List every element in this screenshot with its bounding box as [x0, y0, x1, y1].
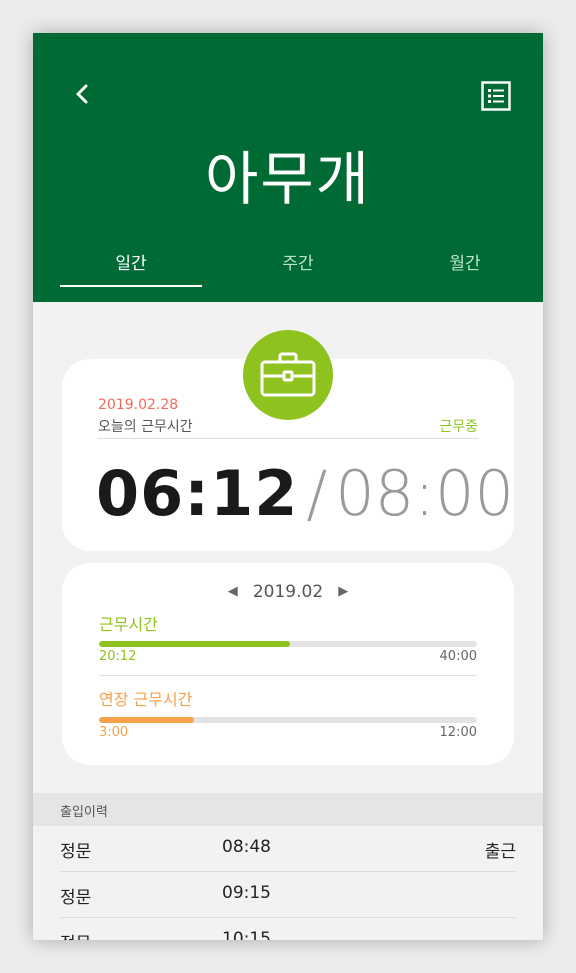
current-month: 2019.02 [252, 581, 324, 602]
history-time: 09:15 [222, 883, 271, 903]
list-view-button[interactable] [479, 79, 513, 113]
time-separator: / [306, 457, 328, 530]
list-icon [481, 81, 511, 111]
overtime-current: 3:00 [99, 725, 129, 740]
month-navigator: ◀ 2019.02 ▶ [62, 581, 514, 602]
history-gate: 정문 [60, 842, 92, 862]
overtime-progress-bar [99, 717, 477, 723]
back-button[interactable] [67, 79, 97, 109]
work-time-display: 06:12/08:00 [96, 457, 514, 530]
work-status-badge: 근무중 [439, 419, 478, 435]
total-time: 08:00 [335, 457, 514, 530]
worked-time: 06:12 [96, 457, 299, 530]
work-hours-current: 20:12 [99, 649, 137, 664]
work-hours-progress-bar [99, 641, 477, 647]
overtime-progress-fill [99, 717, 194, 723]
history-row[interactable]: 정문 09:15 [60, 872, 516, 918]
next-month-icon[interactable]: ▶ [338, 584, 348, 599]
history-row[interactable]: 정문 10:15 [60, 918, 516, 940]
briefcase-icon [260, 352, 316, 397]
history-time: 10:15 [222, 929, 271, 940]
tab-daily[interactable]: 일간 [60, 249, 202, 287]
divider [99, 675, 477, 676]
user-name-title: 아무개 [204, 145, 372, 213]
history-header: 출입이력 [33, 793, 543, 826]
history-title: 출입이력 [60, 805, 108, 820]
chevron-left-icon [76, 84, 88, 104]
tab-weekly[interactable]: 주간 [227, 249, 369, 285]
monthly-summary-card: ◀ 2019.02 ▶ 근무시간 20:12 40:00 연장 근무시간 3:0… [62, 563, 514, 765]
work-hours-progress-fill [99, 641, 290, 647]
overtime-label: 연장 근무시간 [99, 690, 193, 709]
today-work-label: 오늘의 근무시간 [98, 419, 193, 435]
history-gate: 정문 [60, 888, 92, 908]
history-time: 08:48 [222, 837, 271, 857]
briefcase-badge [243, 330, 333, 420]
header: 아무개 일간 주간 월간 [33, 33, 543, 302]
history-row[interactable]: 정문 08:48 출근 [60, 826, 516, 872]
work-hours-label: 근무시간 [99, 615, 158, 634]
period-tabs: 일간 주간 월간 [60, 249, 536, 287]
history-type: 출근 [484, 842, 516, 862]
history-gate: 정문 [60, 929, 91, 940]
work-hours-max: 40:00 [439, 649, 477, 664]
prev-month-icon[interactable]: ◀ [228, 584, 238, 599]
today-date: 2019.02.28 [98, 397, 179, 413]
divider [98, 438, 478, 439]
tab-monthly[interactable]: 월간 [394, 249, 536, 285]
app-screen: 아무개 일간 주간 월간 2019.02.28 오늘의 근무시간 근무중 06:… [33, 33, 543, 940]
overtime-max: 12:00 [439, 725, 477, 740]
